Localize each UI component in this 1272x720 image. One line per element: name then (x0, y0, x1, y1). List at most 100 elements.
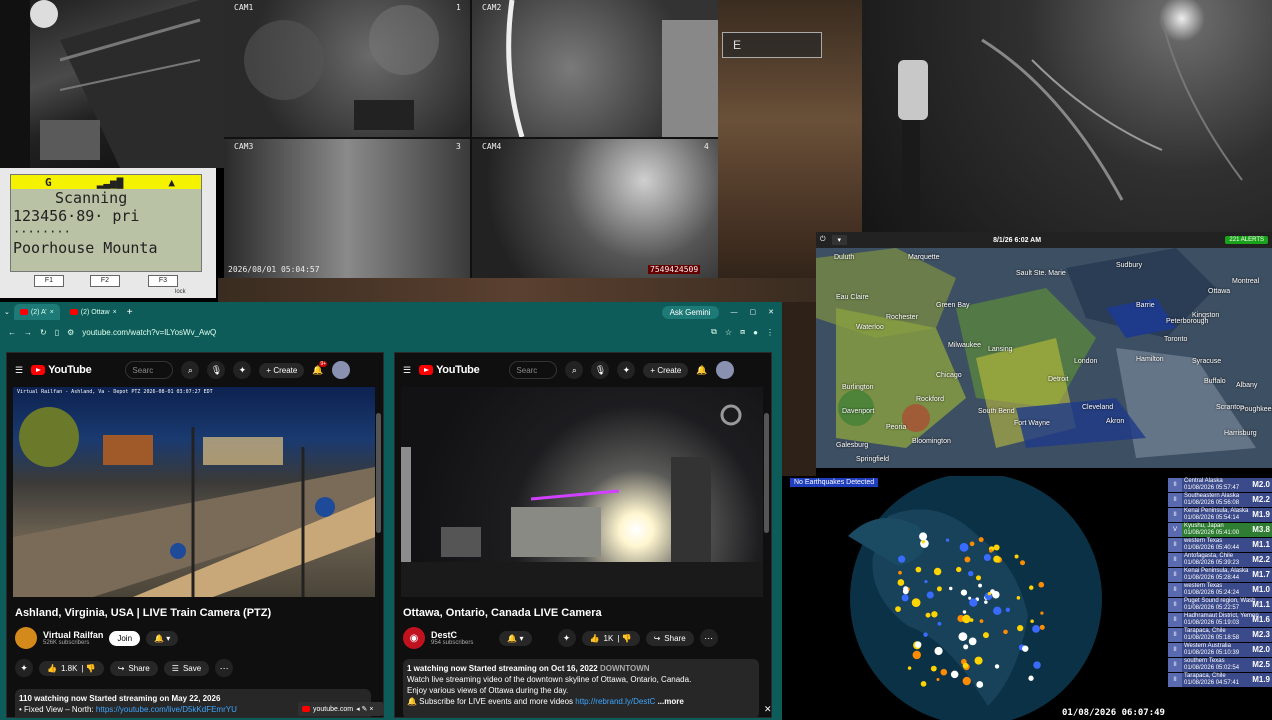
intensity-badge: II (1168, 598, 1182, 612)
window-close-icon[interactable]: ✕ (768, 308, 774, 316)
install-icon[interactable]: ⧉ (711, 327, 717, 337)
ai-icon[interactable]: ✦ (233, 361, 252, 379)
ask-gemini-button[interactable]: Ask Gemini (661, 305, 719, 319)
youtube-header: ☰ YouTube Searc ⌕ 🎙 ✦ + Create 🔔 (395, 353, 771, 387)
save-button[interactable]: ☰ Save (163, 660, 210, 676)
video-description[interactable]: 1 watching now Started streaming on Oct … (403, 659, 759, 717)
scrollbar[interactable] (764, 413, 769, 533)
quake-event[interactable]: II western Texas 01/08/2026 05:40:44 M1.1 (1168, 538, 1272, 552)
tab-list-button[interactable]: ⌄ (4, 308, 10, 316)
quake-event[interactable]: V Kyushu, Japan 01/08/2026 05:41:00 M3.8 (1168, 523, 1272, 537)
description-link[interactable]: http://rebrand.ly/DestC (575, 697, 655, 706)
ottawa-skyline-scene (401, 404, 763, 597)
quake-event[interactable]: II Puget Sound region, Wash 01/08/2026 05:… (1168, 598, 1272, 612)
youtube-logo[interactable]: YouTube (419, 364, 480, 376)
join-button[interactable]: Join (109, 630, 141, 646)
alerts-badge[interactable]: 221 ALERTS (1225, 236, 1268, 244)
quake-event[interactable]: II Central Alaska 01/08/2026 05:57:47 M2.0 (1168, 478, 1272, 492)
intensity-badge: II (1168, 493, 1182, 507)
search-input[interactable]: Searc (125, 361, 174, 379)
subscribe-bell-button[interactable]: 🔔 ▾ (146, 630, 179, 646)
extensions-icon[interactable]: ⧈ (740, 327, 745, 337)
quake-event[interactable]: II Antofagasta, Chile 01/08/2026 05:39:23 M… (1168, 553, 1272, 567)
create-button[interactable]: + Create (259, 362, 305, 378)
cctv-counter: 7549424509 (648, 265, 701, 274)
layer-select[interactable]: ▾ (831, 235, 848, 245)
search-icon[interactable]: ⌕ (181, 361, 200, 379)
notifications-icon[interactable]: 🔔 (696, 365, 707, 376)
like-button[interactable]: 👍 1.8K | 👎 (39, 660, 104, 676)
channel-name[interactable]: DestC (431, 630, 473, 640)
quake-event[interactable]: II Western Australia 01/08/2026 05:10:39 M2… (1168, 643, 1272, 657)
quake-event[interactable]: II Kenai Peninsula, Alaska 01/08/2026 05:5… (1168, 508, 1272, 522)
more-actions-icon[interactable]: ⋯ (699, 629, 718, 647)
hamburger-icon[interactable]: ☰ (15, 365, 23, 376)
hamburger-icon[interactable]: ☰ (403, 365, 411, 376)
share-button[interactable]: ↪ Share (109, 660, 158, 676)
back-icon[interactable]: ← (8, 328, 16, 337)
more-button[interactable]: ...more (658, 697, 684, 706)
earthquake-globe[interactable] (788, 476, 1168, 720)
f3-button[interactable]: F3 (148, 275, 178, 287)
minimize-icon[interactable]: — (731, 309, 738, 316)
more-actions-icon[interactable]: ⋯ (215, 659, 234, 677)
channel-name[interactable]: Virtual Railfan (43, 630, 103, 640)
mic-icon[interactable]: 🎙 (207, 361, 226, 379)
quake-event[interactable]: II Tarapaca, Chile 01/08/2026 05:18:58 M2.3 (1168, 628, 1272, 642)
youtube-logo[interactable]: YouTube (31, 364, 92, 376)
quake-event[interactable]: II Hadhramaut District, Yemen 01/08/2026 0… (1168, 613, 1272, 627)
quake-magnitude: M2.2 (1252, 555, 1270, 564)
ai-icon[interactable]: ✦ (617, 361, 636, 379)
f2-button[interactable]: F2 (90, 275, 120, 287)
reload-icon[interactable]: ↻ (40, 328, 47, 337)
quake-dot (1020, 560, 1026, 566)
quake-event[interactable]: II western Texas 01/08/2026 05:24:24 M1.0 (1168, 583, 1272, 597)
profile-avatar[interactable]: ● (753, 328, 758, 337)
account-avatar[interactable] (331, 361, 350, 379)
forward-icon[interactable]: → (24, 328, 32, 337)
tab-ottawa[interactable]: (2) Ottaw × (64, 304, 123, 320)
scrollbar[interactable] (376, 413, 381, 533)
quake-event[interactable]: II southern Texas 01/08/2026 05:02:54 M2.5 (1168, 658, 1272, 672)
notifications-icon[interactable]: 🔔 9+ (312, 360, 328, 376)
cam4-label: CAM4 (482, 142, 502, 151)
video-player-ashland[interactable]: Virtual Railfan - Ashland, Va - Depot PT… (13, 387, 375, 597)
menu-icon[interactable]: ⋮ (766, 328, 774, 337)
quake-event[interactable]: II Kenai Peninsula, Alaska 01/08/2026 05:2… (1168, 568, 1272, 582)
video-overlay-text: Virtual Railfan - Ashland, Va - Depot PT… (17, 389, 213, 395)
subscribe-bell-button[interactable]: 🔔 ▾ (499, 630, 532, 646)
quake-dot (974, 656, 983, 665)
close-icon[interactable]: × (113, 309, 117, 316)
share-button[interactable]: ↪ Share (645, 630, 694, 646)
close-icon[interactable]: × (50, 309, 54, 316)
restore-icon[interactable]: ▢ (750, 308, 757, 316)
mic-icon[interactable]: 🎙 (591, 361, 610, 379)
bookmark-star-icon[interactable]: ☆ (725, 328, 732, 337)
channel-avatar[interactable]: ◉ (403, 627, 425, 649)
site-info-icon[interactable]: ⚙ (67, 328, 74, 337)
channel-avatar[interactable] (15, 627, 37, 649)
split-view-icon[interactable]: ▯ (55, 328, 59, 337)
quake-event[interactable]: II Tarapaca, Chile 01/08/2026 04:57:41 M1.9 (1168, 673, 1272, 687)
like-button[interactable]: 👍 1K | 👎 (581, 630, 640, 646)
quake-dot (919, 532, 928, 541)
city-label: Poughkeepsie (1240, 406, 1272, 413)
description-link[interactable]: https://youtube.com/live/D5kKdFEmrYU (96, 705, 237, 714)
tab-ashland[interactable]: (2) A’ × (13, 304, 60, 320)
new-tab-button[interactable]: + (127, 307, 133, 318)
search-icon[interactable]: ⌕ (565, 361, 584, 379)
city-label: Buffalo (1204, 378, 1226, 385)
f1-button[interactable]: F1 (34, 275, 64, 287)
search-input[interactable]: Searc (509, 361, 558, 379)
live-chat-icon[interactable]: ✦ (15, 659, 33, 677)
power-icon[interactable]: ⏻ (820, 236, 826, 244)
taskbar-tab[interactable]: youtube.com ◂ ✎ × (298, 702, 384, 716)
quake-event[interactable]: II Southeastern Alaska 01/08/2026 05:56:08… (1168, 493, 1272, 507)
close-split-icon[interactable]: ✕ (764, 704, 772, 715)
create-button[interactable]: + Create (643, 362, 689, 378)
account-avatar[interactable] (715, 361, 734, 379)
video-player-ottawa[interactable] (401, 387, 763, 597)
live-chat-icon[interactable]: ✦ (557, 629, 576, 647)
url-field[interactable]: youtube.com/watch?v=lLYosWv_AwQ (82, 328, 216, 337)
weather-radar-map[interactable]: ⏻ ▾ 8/1/26 6:02 AM 221 ALERTS Ottawa Mont… (816, 232, 1272, 468)
